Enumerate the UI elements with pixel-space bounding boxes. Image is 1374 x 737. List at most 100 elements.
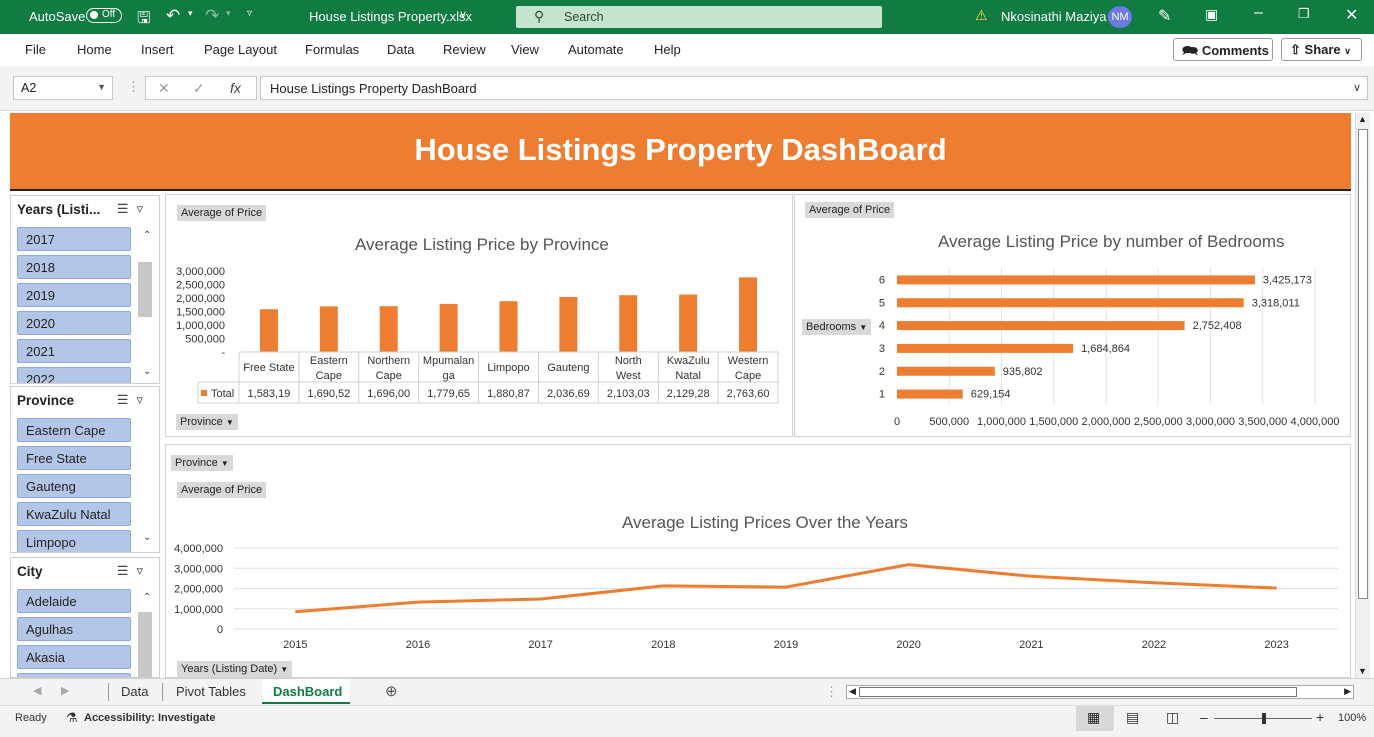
- multi-select-icon[interactable]: ☰: [117, 392, 137, 407]
- tab-split-grip-icon[interactable]: ⋮: [825, 684, 838, 700]
- scroll-up-icon[interactable]: ▲: [1358, 114, 1367, 124]
- close-icon[interactable]: ✕: [1345, 5, 1358, 25]
- page-layout-view-icon[interactable]: ▤: [1126, 709, 1139, 726]
- slicer-item[interactable]: 2020: [17, 311, 131, 335]
- zoom-level[interactable]: 100%: [1338, 712, 1366, 724]
- scroll-right-icon[interactable]: ▶: [1344, 686, 1351, 697]
- accessibility-status[interactable]: Accessibility: Investigate: [84, 712, 215, 724]
- file-name[interactable]: House Listings Property.xlsx: [309, 9, 472, 24]
- customize-toolbar-icon[interactable]: ▿: [247, 8, 252, 19]
- chart-years[interactable]: Province ▼ Average of Price Average List…: [165, 444, 1351, 678]
- field-button-province[interactable]: Province ▼: [176, 414, 238, 430]
- slicer-item[interactable]: KwaZulu Natal: [17, 502, 131, 526]
- clear-filter-icon[interactable]: ▿: [136, 392, 151, 407]
- filename-chevron-icon[interactable]: ∨: [459, 8, 467, 21]
- restore-icon[interactable]: ❐: [1298, 6, 1310, 22]
- autosave-toggle[interactable]: Off: [86, 8, 122, 23]
- slicer-item[interactable]: 2017: [17, 227, 131, 251]
- tab-formulas[interactable]: Formulas: [305, 42, 359, 57]
- name-box[interactable]: A2 ▼: [13, 76, 113, 100]
- status-ready: Ready: [15, 712, 47, 724]
- normal-view-button[interactable]: ▦: [1076, 706, 1114, 731]
- multi-select-icon[interactable]: ☰: [117, 563, 137, 578]
- slicer-item[interactable]: Adelaide: [17, 589, 131, 613]
- redo-dropdown-icon[interactable]: ▾: [226, 8, 231, 19]
- slicer-item[interactable]: Gauteng: [17, 474, 131, 498]
- tab-review[interactable]: Review: [443, 42, 486, 57]
- scroll-down-icon[interactable]: ▼: [1358, 666, 1367, 676]
- chevron-down-icon[interactable]: ⌄: [143, 532, 155, 543]
- sheet-tab-dashboard[interactable]: DashBoard: [262, 679, 350, 704]
- vertical-scrollbar[interactable]: ▲ ▼: [1355, 113, 1370, 679]
- autosave-label: AutoSave: [29, 9, 86, 24]
- clear-filter-icon[interactable]: ▿: [136, 201, 151, 216]
- slicer-scroll-thumb[interactable]: [138, 612, 152, 677]
- redo-icon[interactable]: ↷: [205, 6, 219, 26]
- y-tick-label: 1,500,000: [176, 307, 225, 319]
- zoom-out-icon[interactable]: –: [1200, 709, 1208, 725]
- category-label: Western: [728, 355, 769, 367]
- scroll-left-icon[interactable]: ◀: [849, 686, 856, 697]
- tab-help[interactable]: Help: [654, 42, 681, 57]
- tab-view[interactable]: View: [511, 42, 539, 57]
- chevron-down-icon[interactable]: ⌄: [143, 366, 155, 377]
- clear-filter-icon[interactable]: ▿: [136, 563, 151, 578]
- tab-data[interactable]: Data: [387, 42, 414, 57]
- h-scroll-thumb[interactable]: [859, 687, 1297, 697]
- user-name[interactable]: Nkosinathi Maziya: [1001, 9, 1107, 24]
- expand-formula-icon[interactable]: ∨: [1353, 81, 1361, 94]
- comments-button[interactable]: 🗪 Comments: [1173, 38, 1273, 61]
- enter-icon[interactable]: ✓: [193, 80, 205, 97]
- save-icon[interactable]: 🖫: [137, 7, 151, 34]
- multi-select-icon[interactable]: ☰: [117, 201, 137, 216]
- cancel-icon[interactable]: ✕: [158, 80, 170, 97]
- slicer-item[interactable]: Akasia: [17, 645, 131, 669]
- warning-icon[interactable]: ⚠: [975, 7, 988, 24]
- prev-sheet-icon[interactable]: ◀: [33, 684, 41, 697]
- accessibility-icon[interactable]: ⚗: [66, 710, 78, 726]
- ribbon-display-icon[interactable]: ▣: [1205, 6, 1218, 23]
- horizontal-scrollbar[interactable]: ◀ ▶: [846, 685, 1354, 699]
- insert-function-icon[interactable]: fx: [230, 80, 241, 96]
- slicer-item[interactable]: 2022: [17, 367, 131, 383]
- bar: [897, 275, 1255, 285]
- slicer-item[interactable]: Free State: [17, 446, 131, 470]
- formula-input[interactable]: House Listings Property DashBoard ∨: [260, 76, 1368, 100]
- undo-dropdown-icon[interactable]: ▾: [188, 8, 193, 19]
- search-box[interactable]: ⚲ Search: [516, 6, 882, 28]
- minimize-icon[interactable]: –: [1254, 4, 1263, 22]
- tab-automate[interactable]: Automate: [568, 42, 624, 57]
- slicer-item[interactable]: Eastern Cape: [17, 418, 131, 442]
- tab-home[interactable]: Home: [77, 42, 112, 57]
- scroll-thumb[interactable]: [1358, 129, 1368, 599]
- zoom-slider-thumb[interactable]: [1262, 713, 1266, 724]
- chart-bedrooms[interactable]: Average of Price Average Listing Price b…: [794, 194, 1351, 437]
- slicer-scroll-thumb[interactable]: [138, 262, 152, 317]
- slicer-item[interactable]: 2018: [17, 255, 131, 279]
- slicer-item[interactable]: Limpopo: [17, 530, 131, 552]
- field-button-years-listing-date[interactable]: Years (Listing Date) ▼: [177, 661, 293, 677]
- pen-icon[interactable]: ✎: [1158, 6, 1171, 26]
- tab-file[interactable]: File: [25, 42, 46, 57]
- slicer-item[interactable]: 2019: [17, 283, 131, 307]
- share-button[interactable]: ⇧ Share ∨: [1281, 38, 1362, 61]
- table-value: 2,036,69: [547, 388, 590, 400]
- slicer-item[interactable]: Agulhas: [17, 617, 131, 641]
- undo-icon[interactable]: ↶: [166, 6, 180, 26]
- next-sheet-icon[interactable]: ▶: [61, 684, 69, 697]
- chevron-up-icon[interactable]: ⌃: [143, 592, 155, 603]
- sheet-tab-data[interactable]: Data: [121, 684, 148, 699]
- tab-page-layout[interactable]: Page Layout: [204, 42, 277, 57]
- y-tick-label: 2,000,000: [176, 293, 225, 305]
- zoom-in-icon[interactable]: +: [1316, 709, 1324, 725]
- add-sheet-icon[interactable]: ⊕: [385, 682, 398, 700]
- tab-insert[interactable]: Insert: [141, 42, 174, 57]
- chevron-up-icon[interactable]: ⌃: [143, 230, 155, 241]
- sheet-tab-pivot-tables[interactable]: Pivot Tables: [176, 684, 246, 699]
- x-tick-label: 4,000,000: [1291, 416, 1340, 428]
- page-break-view-icon[interactable]: ◫: [1166, 709, 1179, 726]
- avatar[interactable]: NM: [1108, 6, 1132, 28]
- slicer-item[interactable]: 2021: [17, 339, 131, 363]
- ribbon-tabs: File Home Insert Page Layout Formulas Da…: [0, 34, 1374, 67]
- chart-province[interactable]: Average of Price Average Listing Price b…: [165, 194, 793, 437]
